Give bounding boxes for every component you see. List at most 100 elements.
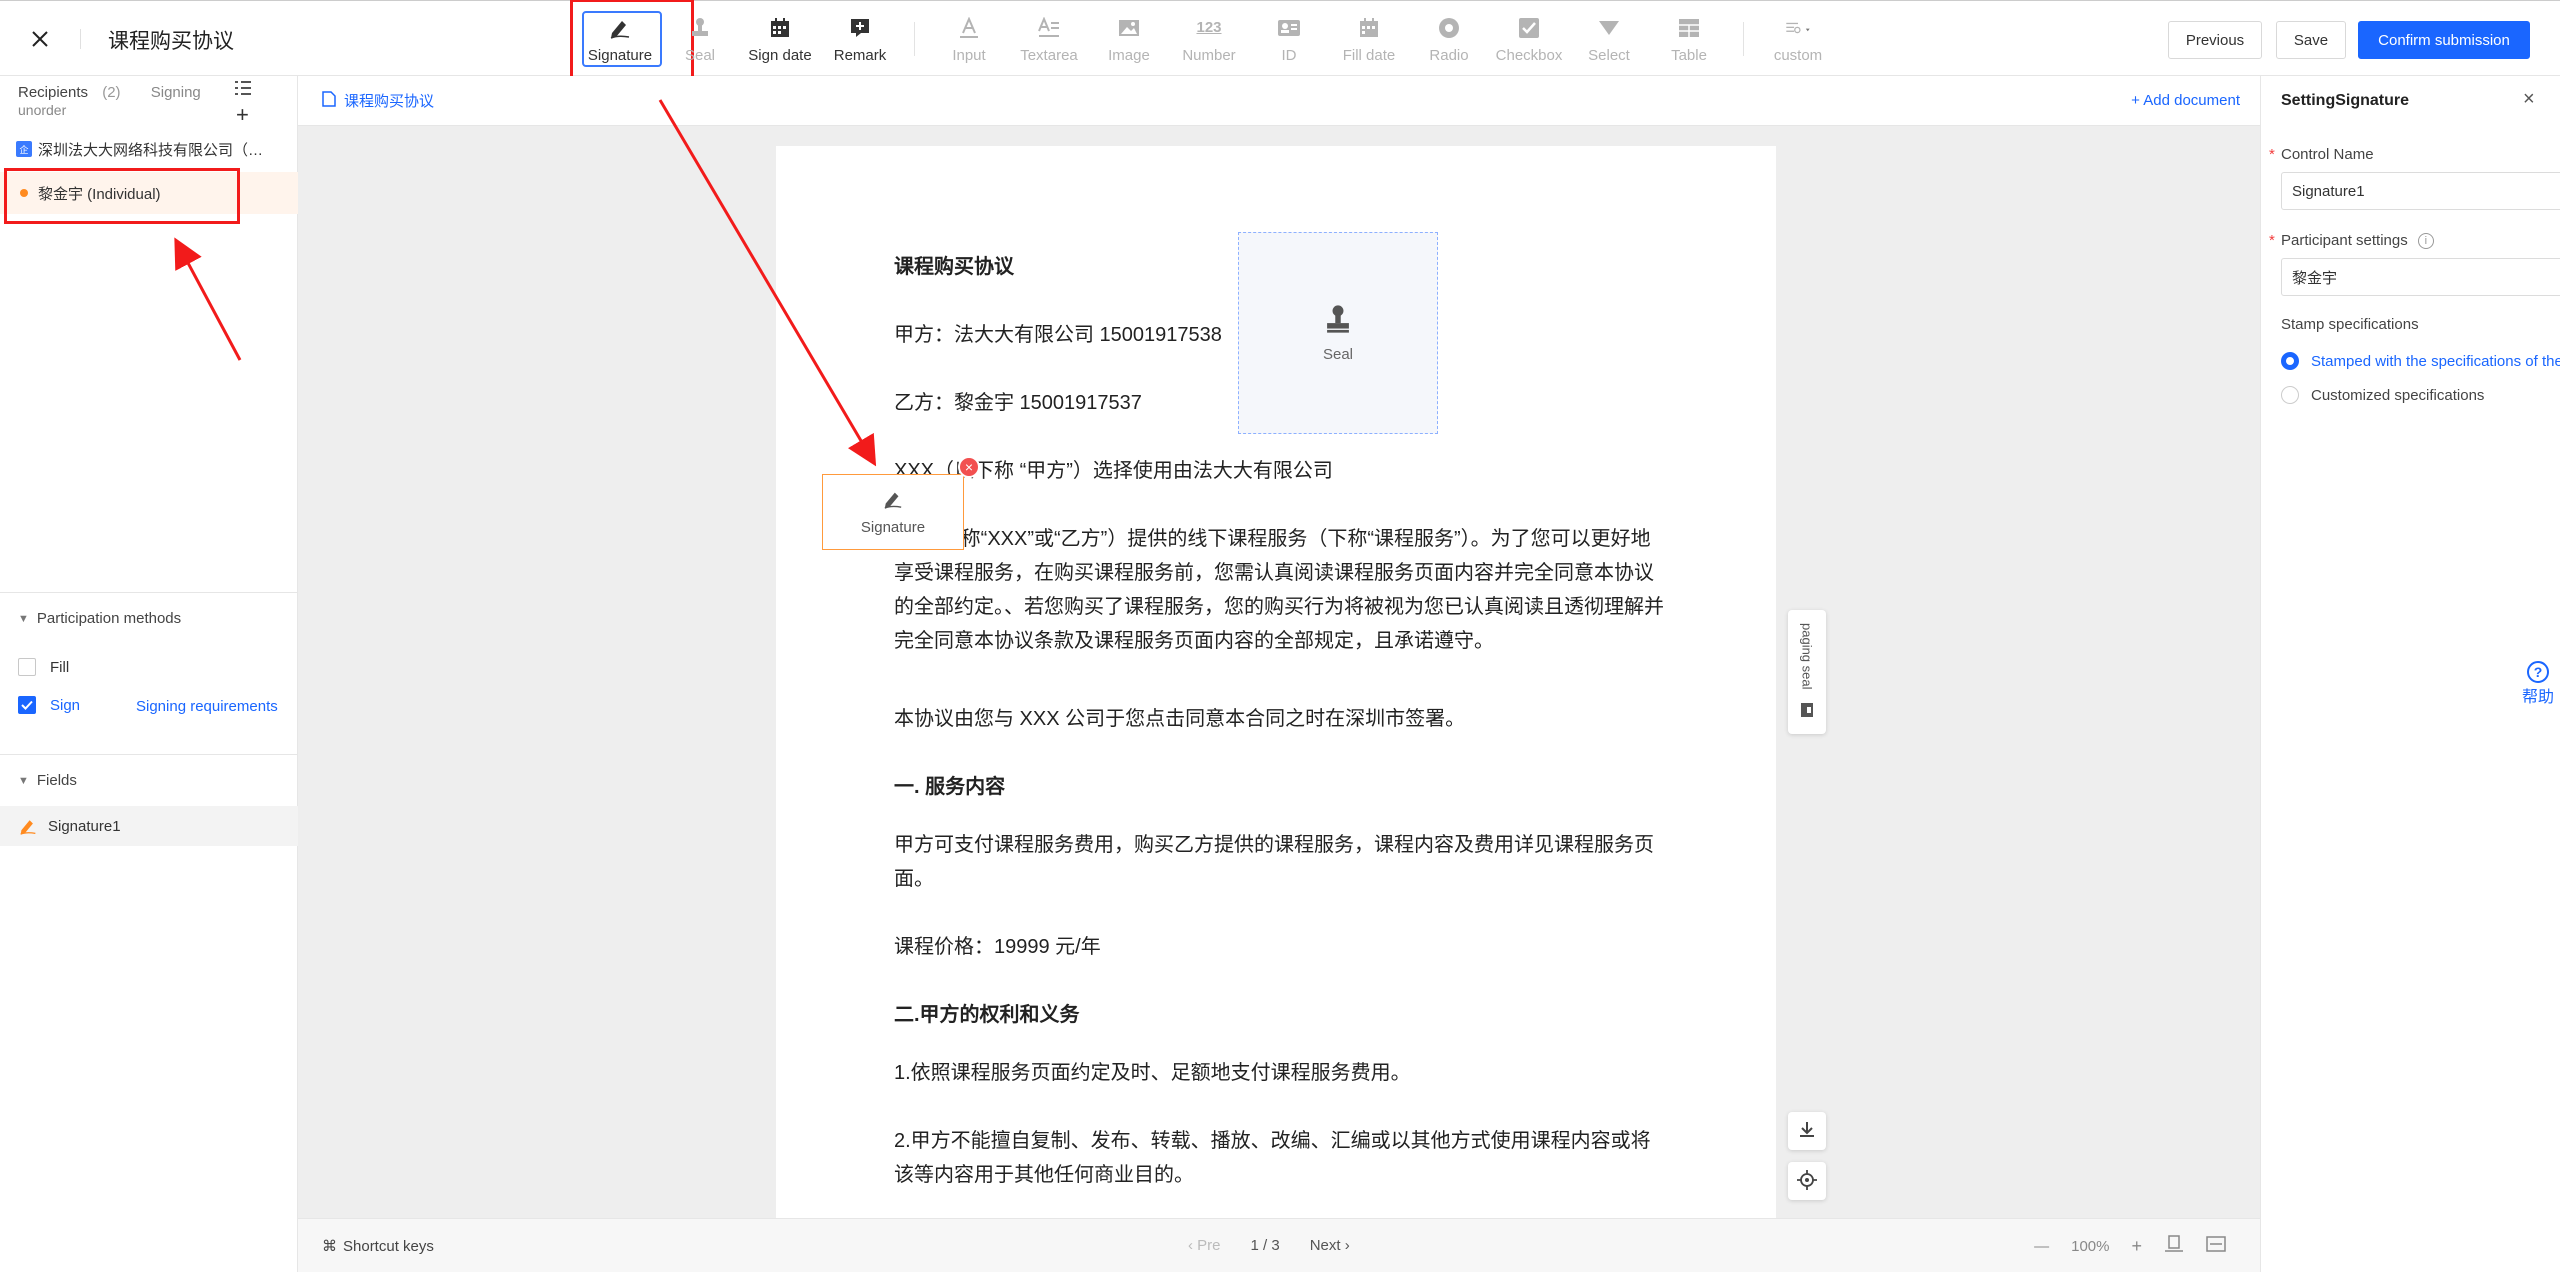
sort-order-icon[interactable] — [234, 80, 252, 101]
download-icon — [1798, 1121, 1816, 1142]
stamp-spec-default-option[interactable]: Stamped with the specifications of the s… — [2281, 352, 2560, 370]
field-toolbar: Signature Seal Sign date Remark Input Te… — [570, 0, 1838, 87]
tool-label: Seal — [684, 46, 716, 64]
seal-field-label: Seal — [1322, 345, 1354, 363]
previous-button[interactable]: Previous — [2168, 21, 2262, 59]
tool-signature[interactable]: Signature — [570, 0, 694, 87]
signing-requirements-link[interactable]: Signing requirements — [136, 698, 278, 715]
info-icon[interactable]: i — [2417, 233, 2434, 250]
control-name-label: * Control Name — [2269, 146, 2374, 163]
annotation-highlight-box — [4, 168, 240, 224]
tool-label: Sign date — [748, 46, 812, 64]
document-tab-label: 课程购买协议 — [344, 93, 435, 110]
textarea-icon — [1036, 15, 1062, 41]
tool-remark[interactable]: Remark — [820, 1, 900, 77]
tool-seal[interactable]: Seal — [660, 1, 740, 77]
doc-heading: 二.甲方的权利和义务 — [894, 1004, 1080, 1026]
divider — [0, 592, 298, 593]
stamp-spec-custom-option[interactable]: Customized specifications — [2281, 386, 2484, 404]
radio-selected[interactable] — [2281, 352, 2299, 370]
option-label: Customized specifications — [2311, 386, 2485, 404]
document-tab[interactable]: 课程购买协议 — [322, 90, 434, 111]
signing-order-mode: unorder — [18, 102, 67, 118]
fit-page-icon[interactable] — [2164, 1235, 2184, 1257]
previous-page-button[interactable]: ‹ Pre — [1188, 1237, 1221, 1254]
document-tabbar: 课程购买协议 + Add document — [298, 76, 2260, 126]
save-button[interactable]: Save — [2276, 21, 2346, 59]
download-button[interactable] — [1788, 1112, 1826, 1150]
tool-custom[interactable]: custom — [1758, 1, 1838, 77]
signature-pen-icon — [882, 489, 904, 513]
zoom-in-button[interactable]: + — [2131, 1236, 2142, 1257]
signature-field-icon — [18, 817, 38, 835]
shortcut-keys-label: Shortcut keys — [343, 1237, 434, 1255]
fit-width-icon[interactable] — [2206, 1235, 2226, 1257]
tool-label: Select — [1588, 46, 1630, 64]
control-name-input[interactable] — [2281, 172, 2560, 210]
label-text: Participant settings — [2281, 232, 2408, 249]
fields-header[interactable]: ▼ Fields — [18, 772, 77, 789]
tool-select[interactable]: Select — [1569, 1, 1649, 77]
required-marker: * — [2269, 232, 2275, 249]
close-settings-icon[interactable]: × — [2523, 88, 2535, 111]
signature-field[interactable]: Signature — [822, 474, 964, 550]
settings-title: SettingSignature — [2281, 92, 2410, 109]
select-arrow-icon — [1596, 15, 1622, 41]
zoom-level: 100% — [2071, 1237, 2110, 1255]
field-item-signature1[interactable]: Signature1 — [0, 806, 298, 846]
radio-unselected[interactable] — [2281, 386, 2299, 404]
number-123-icon: 123 — [1196, 19, 1222, 36]
help-label: 帮助 — [2521, 689, 2554, 706]
tool-label: Fill date — [1342, 46, 1396, 64]
add-recipient-icon[interactable]: + — [236, 102, 249, 128]
remark-plus-icon — [847, 15, 873, 41]
field-name: Signature1 — [48, 817, 121, 835]
sign-checkbox[interactable] — [18, 696, 36, 714]
tool-label: Image — [1108, 46, 1150, 64]
tool-sign-date[interactable]: Sign date — [740, 1, 820, 77]
delete-field-icon[interactable]: × — [958, 456, 980, 478]
table-icon — [1676, 15, 1702, 41]
label-text: Control Name — [2281, 146, 2374, 163]
tool-fill-date[interactable]: Fill date — [1329, 1, 1409, 77]
seal-stamp-icon — [687, 15, 713, 41]
custom-settings-icon — [1785, 15, 1811, 41]
seal-field[interactable]: Seal — [1238, 232, 1438, 434]
close-icon[interactable] — [24, 23, 56, 55]
locate-button[interactable] — [1788, 1162, 1826, 1200]
document-canvas: 课程购买协议 甲方：法大大有限公司 15001917538 乙方：黎金宇 150… — [298, 126, 2260, 1218]
zoom-out-button[interactable]: — — [2034, 1238, 2049, 1255]
doc-line: 本协议由您与 XXX 公司于您点击同意本合同之时在深圳市签署。 — [894, 708, 1466, 730]
confirm-submission-button[interactable]: Confirm submission — [2358, 21, 2530, 59]
fill-date-icon — [1356, 15, 1382, 41]
tool-id[interactable]: ID — [1249, 1, 1329, 77]
add-document-link[interactable]: + Add document — [2131, 92, 2240, 109]
sign-label: Sign — [50, 696, 81, 714]
tool-textarea[interactable]: Textarea — [1009, 1, 1089, 77]
document-page: 课程购买协议 甲方：法大大有限公司 15001917538 乙方：黎金宇 150… — [776, 146, 1776, 1218]
fill-checkbox[interactable] — [18, 658, 36, 676]
tool-radio[interactable]: Radio — [1409, 1, 1489, 77]
tool-table[interactable]: Table — [1649, 1, 1729, 77]
tool-number[interactable]: 123 Number — [1169, 1, 1249, 77]
tool-image[interactable]: Image — [1089, 1, 1169, 77]
fill-option[interactable]: Fill — [18, 658, 69, 676]
option-label: Stamped with the specifications of the s… — [2311, 352, 2560, 370]
shortcut-keys-button[interactable]: ⌘ Shortcut keys — [322, 1237, 434, 1256]
next-page-button[interactable]: Next › — [1310, 1237, 1350, 1254]
paging-seal-button[interactable]: paging seal — [1788, 610, 1826, 734]
recipient-item-company[interactable]: 企 深圳法大大网络科技有限公司（… — [0, 128, 298, 170]
radio-icon — [1436, 15, 1462, 41]
divider — [0, 754, 298, 755]
help-button[interactable]: ? 帮助 — [2516, 654, 2560, 714]
participant-select[interactable] — [2281, 258, 2560, 296]
participation-methods-header[interactable]: ▼ Participation methods — [18, 610, 181, 627]
tool-label: Radio — [1429, 46, 1469, 64]
tool-label: Input — [952, 46, 986, 64]
sign-option[interactable]: Sign — [18, 696, 80, 714]
tool-checkbox[interactable]: Checkbox — [1489, 1, 1569, 77]
caret-down-icon: ▼ — [18, 774, 29, 787]
doc-paragraph: 公司(下称“XXX”或“乙方”）提供的线下课程服务（下称“课程服务”）。为了您可… — [894, 528, 1664, 652]
fill-label: Fill — [50, 658, 70, 676]
tool-input[interactable]: Input — [929, 1, 1009, 77]
